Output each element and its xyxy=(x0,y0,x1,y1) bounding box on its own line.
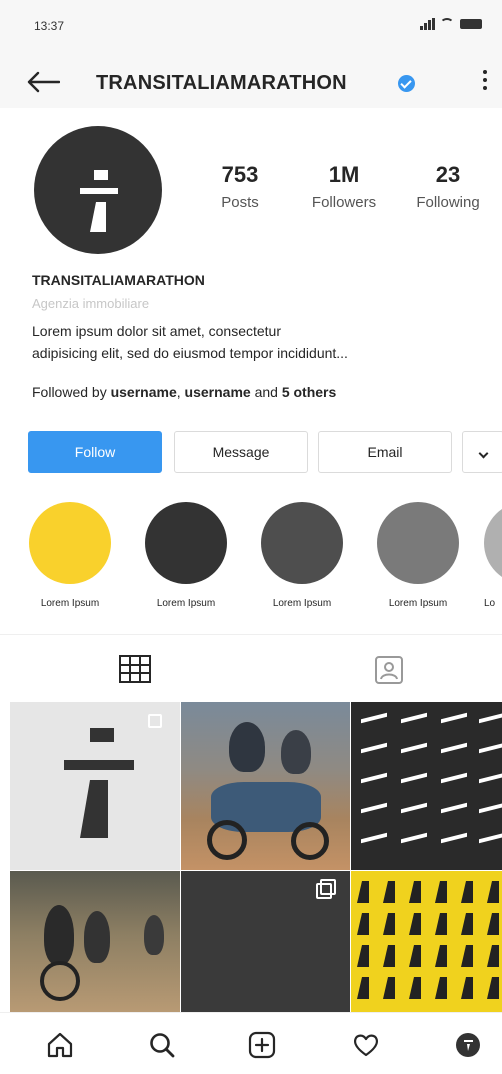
highlight-label: Lorem Ipsum xyxy=(156,598,216,609)
story-highlights: Lorem Ipsum Lorem Ipsum Lorem Ipsum Lore… xyxy=(0,486,502,634)
highlight-item[interactable]: Lorem Ipsum xyxy=(20,502,120,609)
highlight-cover xyxy=(484,502,502,584)
status-bar: 13:37 xyxy=(0,0,502,56)
post-thumbnail[interactable] xyxy=(351,871,502,1012)
email-button[interactable]: Email xyxy=(318,431,452,473)
profile-icon[interactable] xyxy=(454,1031,482,1059)
highlight-item[interactable]: Lorem Ipsum xyxy=(252,502,352,609)
followed-user[interactable]: username xyxy=(111,384,177,400)
bio-line: adipisicing elit, sed do eiusmod tempor … xyxy=(32,345,348,361)
bottom-navigation xyxy=(0,1012,502,1074)
posts-grid xyxy=(0,700,502,1012)
stat-value: 753 xyxy=(221,162,259,187)
grid-icon[interactable] xyxy=(118,655,152,683)
stat-label: Followers xyxy=(311,194,377,211)
multiple-photos-icon xyxy=(148,714,162,728)
profile-bio: Lorem ipsum dolor sit amet, consectetur … xyxy=(32,320,472,364)
wifi-icon xyxy=(440,18,454,30)
stat-value: 1M xyxy=(328,162,360,187)
followed-others[interactable]: 5 others xyxy=(282,384,336,400)
bio-line: Lorem ipsum dolor sit amet, consectetur xyxy=(32,323,281,339)
more-options-icon[interactable] xyxy=(482,70,488,96)
heart-icon[interactable] xyxy=(352,1031,380,1059)
highlight-item[interactable]: Lorem Ipsum xyxy=(368,502,468,609)
avatar[interactable] xyxy=(34,126,162,254)
following-stat[interactable]: 23 Following xyxy=(400,162,496,211)
profile-actions: Follow Message Email xyxy=(0,414,502,486)
chevron-down-icon xyxy=(478,448,488,459)
search-icon[interactable] xyxy=(148,1031,176,1059)
highlight-item[interactable]: Lorem Ipsum xyxy=(136,502,236,609)
back-arrow-icon[interactable] xyxy=(26,70,61,94)
suggestions-dropdown-button[interactable] xyxy=(462,431,502,473)
home-icon[interactable] xyxy=(46,1031,74,1059)
follow-button[interactable]: Follow xyxy=(28,431,162,473)
highlight-label: Lo xyxy=(484,598,496,609)
verified-badge-icon xyxy=(398,75,415,92)
followers-stat[interactable]: 1M Followers xyxy=(288,162,400,211)
highlight-cover xyxy=(261,502,343,584)
message-button[interactable]: Message xyxy=(174,431,308,473)
highlight-label: Lorem Ipsum xyxy=(272,598,332,609)
followed-and: and xyxy=(254,384,278,400)
profile-section: 753 Posts 1M Followers 23 Following TRAN… xyxy=(0,108,502,414)
highlight-item[interactable]: Lo xyxy=(484,502,502,609)
profile-stats: 753 Posts 1M Followers 23 Following xyxy=(192,162,502,211)
status-time: 13:37 xyxy=(34,19,65,33)
signal-icon xyxy=(420,18,435,30)
profile-tabs xyxy=(0,634,502,700)
profile-header: TRANSITALIAMARATHON xyxy=(0,56,502,108)
tagged-person-icon[interactable] xyxy=(374,655,404,685)
followed-separator: , xyxy=(176,384,181,400)
profile-name: TRANSITALIAMARATHON xyxy=(32,272,205,288)
stat-label: Posts xyxy=(221,194,259,211)
status-icons xyxy=(420,18,482,30)
post-thumbnail[interactable] xyxy=(10,702,180,870)
page-title: TRANSITALIAMARATHON xyxy=(96,72,347,94)
followed-user[interactable]: username xyxy=(185,384,251,400)
profile-category: Agenzia immobiliare xyxy=(32,296,150,311)
multiple-photos-icon xyxy=(316,879,336,899)
post-thumbnail[interactable] xyxy=(10,871,180,1012)
battery-icon xyxy=(460,19,482,29)
stat-label: Following xyxy=(416,194,480,211)
highlight-cover xyxy=(377,502,459,584)
posts-stat[interactable]: 753 Posts xyxy=(192,162,288,211)
add-icon[interactable] xyxy=(248,1031,276,1059)
highlight-label: Lorem Ipsum xyxy=(388,598,448,609)
stat-value: 23 xyxy=(435,162,461,187)
post-thumbnail[interactable] xyxy=(181,702,350,870)
post-thumbnail[interactable] xyxy=(351,702,502,870)
followed-by[interactable]: Followed by username, username and 5 oth… xyxy=(32,384,336,400)
highlight-label: Lorem Ipsum xyxy=(40,598,100,609)
highlight-cover xyxy=(29,502,111,584)
followed-prefix: Followed by xyxy=(32,384,107,400)
highlight-cover xyxy=(145,502,227,584)
post-thumbnail[interactable] xyxy=(181,871,350,1012)
